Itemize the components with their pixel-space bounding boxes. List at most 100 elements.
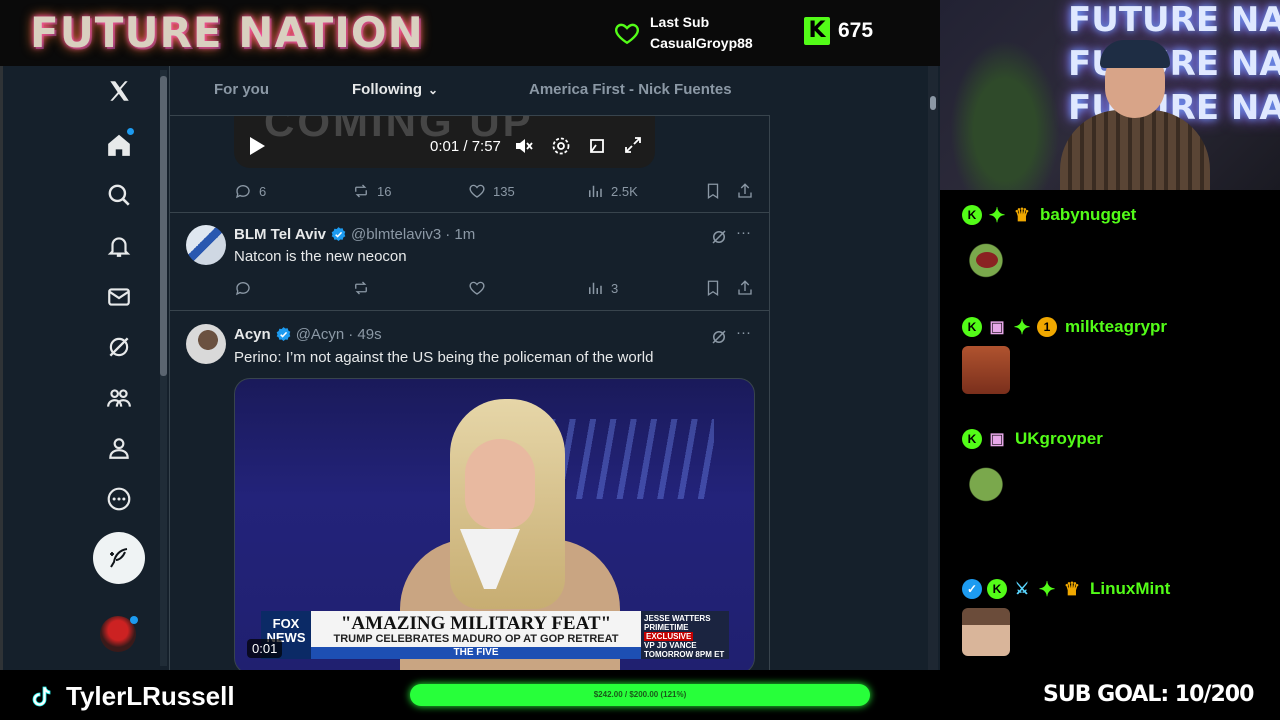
repost-button[interactable]: 16	[352, 182, 391, 200]
x-browser-window: For you Following ⌄ America First - Nick …	[0, 66, 940, 670]
video-player[interactable]: COMING UP 0:01 / 7:57	[234, 116, 655, 168]
search-icon[interactable]	[102, 178, 136, 212]
author-name[interactable]: Acyn	[234, 326, 271, 343]
neon-sign: FUTURE NATION	[1068, 0, 1280, 40]
settings-gear-icon[interactable]	[551, 136, 571, 160]
profile-icon[interactable]	[102, 431, 136, 465]
more-options-icon[interactable]: ···	[736, 324, 754, 342]
reply-count: 6	[259, 183, 267, 199]
like-button[interactable]: 135	[468, 182, 515, 200]
promo-time: TOMORROW 8PM ET	[644, 650, 725, 659]
kick-badge-icon: K	[962, 205, 982, 225]
bookmark-button[interactable]	[704, 279, 722, 297]
chat-message: ✓ K ⚔ ✦ ♛ LinuxMint	[962, 578, 1170, 656]
pepe-emote-icon	[962, 234, 1010, 282]
post[interactable]: BLM Tel Aviv @blmtelaviv3 · 1m ··· Natco…	[170, 213, 770, 311]
tab-list[interactable]: America First - Nick Fuentes	[529, 81, 732, 98]
compose-post-button[interactable]	[93, 532, 145, 584]
mail-icon[interactable]	[102, 280, 136, 314]
account-avatar[interactable]	[100, 616, 138, 652]
chat-username[interactable]: UKgroyper	[1015, 429, 1103, 449]
repost-icon	[355, 184, 367, 198]
views-icon	[589, 185, 602, 197]
chat-message: K ▣ ✦ 1 milkteagrypr	[962, 316, 1167, 394]
brand-logo: FUTURE NATION	[30, 8, 424, 57]
show-name: THE FIVE	[311, 647, 641, 659]
post-time[interactable]: · 1m	[445, 226, 475, 243]
more-options-icon[interactable]: ···	[736, 224, 754, 242]
home-icon[interactable]	[102, 128, 136, 162]
kick-badge-icon: K	[987, 579, 1007, 599]
reply-button[interactable]	[234, 279, 252, 297]
kick-badge-icon: K	[962, 317, 982, 337]
avatar[interactable]	[186, 225, 226, 265]
tab-for-you[interactable]: For you	[214, 81, 269, 98]
sparkle-badge-icon: ✦	[1038, 578, 1056, 601]
repost-count: 16	[377, 183, 392, 199]
x-logo-icon[interactable]	[102, 74, 136, 108]
video-time: 0:01 / 7:57	[430, 138, 501, 155]
kick-logo-icon: K	[804, 17, 830, 45]
sparkle-badge-icon: ✦	[988, 204, 1006, 227]
play-icon[interactable]	[248, 136, 266, 160]
gift-badge-icon: ▣	[989, 431, 1005, 448]
heart-icon	[469, 281, 485, 295]
author-name[interactable]: BLM Tel Aviv	[234, 226, 326, 243]
news-chyron: FOX NEWS "AMAZING MILITARY FEAT" TRUMP C…	[261, 611, 729, 659]
nav-scrollbar[interactable]	[160, 70, 167, 666]
donation-goal-bar: $242.00 / $200.00 (121%)	[410, 684, 870, 706]
author-handle[interactable]: @blmtelaviv3	[351, 226, 441, 243]
sword-badge-icon: ⚔	[1014, 581, 1030, 598]
share-button[interactable]	[736, 182, 754, 200]
verified-badge-icon	[276, 327, 290, 341]
communities-icon[interactable]	[102, 381, 136, 415]
chat-panel: K ✦ ♛ babynugget K ▣ ✦ 1 milkteagrypr K …	[940, 190, 1280, 670]
like-button[interactable]	[468, 279, 486, 297]
pepe-emote-icon	[962, 458, 1010, 506]
more-icon[interactable]	[102, 482, 136, 516]
repost-button[interactable]	[352, 279, 370, 297]
share-button[interactable]	[736, 279, 754, 297]
chat-username[interactable]: babynugget	[1040, 205, 1136, 225]
tab-following[interactable]: Following ⌄	[352, 81, 438, 98]
sub-month-badge-icon: 1	[1037, 317, 1057, 337]
gift-badge-icon: ▣	[989, 319, 1005, 336]
chat-username[interactable]: milkteagrypr	[1065, 317, 1167, 337]
post-time[interactable]: · 49s	[348, 326, 381, 343]
like-count: 135	[493, 183, 515, 199]
streamer-person	[1060, 40, 1210, 190]
views-button[interactable]: 3	[586, 279, 618, 297]
post-video[interactable]: FOX NEWS "AMAZING MILITARY FEAT" TRUMP C…	[234, 378, 755, 670]
mute-icon[interactable]	[514, 136, 534, 160]
feather-icon	[110, 548, 128, 568]
grok-icon[interactable]	[710, 328, 728, 346]
grok-icon[interactable]	[102, 330, 136, 364]
pip-icon[interactable]	[587, 136, 607, 160]
heart-icon	[615, 23, 639, 45]
bell-icon[interactable]	[102, 229, 136, 263]
views-button[interactable]: 2.5K	[586, 182, 638, 200]
chat-message: K ▣ UKgroyper	[962, 428, 1103, 506]
kick-badge-icon: K	[962, 429, 982, 449]
page-scrollbar[interactable]	[928, 66, 938, 670]
bookmark-button[interactable]	[704, 182, 722, 200]
grok-icon[interactable]	[710, 228, 728, 246]
post-header: Acyn @Acyn · 49s	[234, 326, 382, 343]
fullscreen-icon[interactable]	[624, 136, 642, 158]
verified-badge-icon: ✓	[962, 579, 982, 599]
promo-box: JESSE WATTERS PRIMETIME EXCLUSIVE VP JD …	[641, 611, 729, 659]
donation-goal-text: $242.00 / $200.00 (121%)	[593, 690, 687, 699]
author-handle[interactable]: @Acyn	[296, 326, 345, 343]
verified-badge-icon	[331, 227, 346, 241]
man-emote-icon	[962, 608, 1010, 656]
avatar[interactable]	[186, 324, 226, 364]
face-emote-icon	[962, 346, 1010, 394]
notification-dot	[127, 128, 134, 135]
chyron-subhead: TRUMP CELEBRATES MADURO OP AT GOP RETREA…	[333, 633, 619, 645]
chat-username[interactable]: LinuxMint	[1090, 579, 1170, 599]
share-icon	[738, 280, 752, 295]
reply-button[interactable]: 6	[234, 182, 266, 200]
stream-header: FUTURE NATION Last Sub CasualGroyp88 K 6…	[0, 0, 940, 66]
chat-message: K ✦ ♛ babynugget	[962, 204, 1136, 282]
video-timestamp: 0:01	[247, 639, 283, 658]
